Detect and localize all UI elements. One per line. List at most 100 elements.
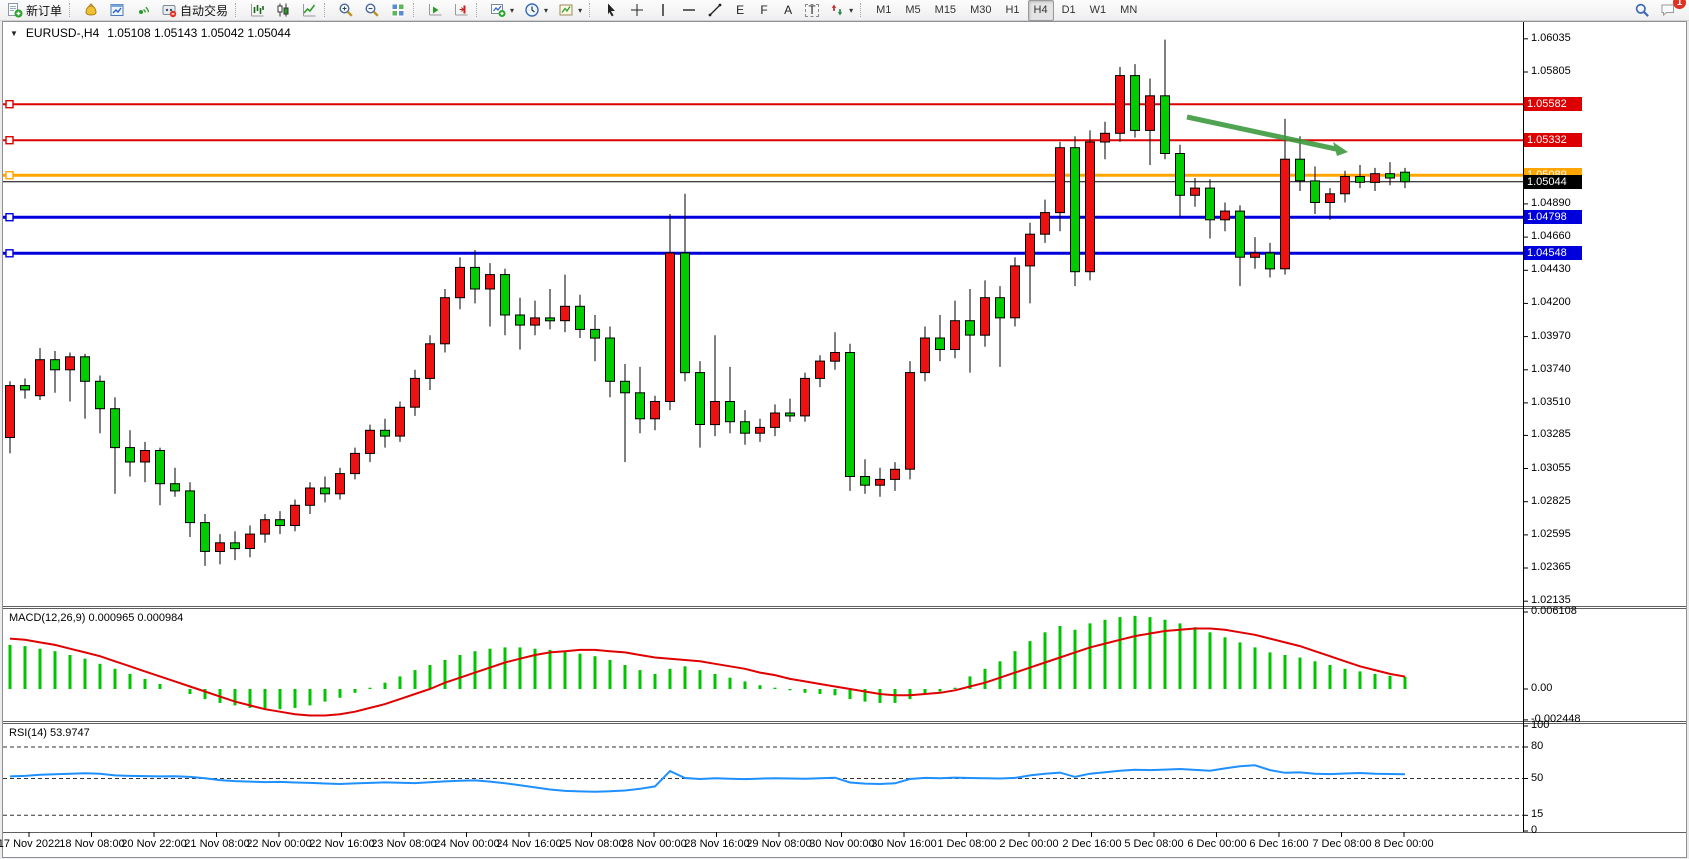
x-axis-label: 2 Dec 00:00 <box>999 838 1058 850</box>
auto-scroll-icon <box>427 2 443 18</box>
new-order-button[interactable]: 新订单 <box>3 0 66 21</box>
y-axis-tick-label: 1.02365 <box>1531 561 1571 573</box>
x-axis-label: 30 Nov 00:00 <box>809 838 874 850</box>
bar-chart-button[interactable] <box>245 0 269 21</box>
toolbar-group <box>233 0 322 21</box>
cursor-button[interactable] <box>599 0 623 21</box>
signals-icon[interactable] <box>131 0 155 21</box>
x-axis-label: 28 Nov 16:00 <box>684 838 749 850</box>
autotrading-button[interactable]: 自动交易 <box>157 0 232 21</box>
macd-values: 0.000965 0.000984 <box>88 612 183 624</box>
toolbar-separator <box>413 3 419 17</box>
vertical-line-icon <box>655 2 671 18</box>
y-axis-tick-label: 1.04890 <box>1531 197 1571 209</box>
timeframe-button-m5[interactable]: M5 <box>899 0 926 21</box>
toolbar-separator <box>324 3 330 17</box>
y-axis-tick-label: 1.02595 <box>1531 528 1571 540</box>
y-axis-tick-label: 1.04200 <box>1531 296 1571 308</box>
y-axis-tick-label: 1.03285 <box>1531 428 1571 440</box>
fibonacci-icon: F <box>757 3 771 17</box>
x-axis-label: 25 Nov 08:00 <box>559 838 624 850</box>
trendline-icon <box>707 2 723 18</box>
signals-icon <box>135 2 151 18</box>
toolbar-group <box>411 0 474 21</box>
timeframe-button-m1[interactable]: M1 <box>870 0 897 21</box>
trade-icon <box>83 2 99 18</box>
rsi-axis-label: 100 <box>1531 719 1549 731</box>
new-chart-button[interactable]: ▾ <box>486 0 518 21</box>
price-level-tag[interactable]: 1.05332 <box>1524 133 1582 147</box>
zoom-in-icon <box>338 2 354 18</box>
price-level-tag[interactable]: 1.05582 <box>1524 97 1582 111</box>
line-chart-icon <box>301 2 317 18</box>
template-icon <box>558 2 574 18</box>
timeframes-toolbar: M1M5M15M30H1H4D1W1MN <box>858 0 1144 21</box>
trade-icon[interactable] <box>79 0 103 21</box>
dropdown-caret-icon[interactable]: ▾ <box>578 6 582 15</box>
vertical-line-button[interactable] <box>651 0 675 21</box>
chart-menu-caret-icon[interactable]: ▼ <box>10 29 18 38</box>
fibonacci-button[interactable]: F <box>753 0 775 21</box>
timeframe-button-w1[interactable]: W1 <box>1084 0 1113 21</box>
charts-window-icon <box>109 2 125 18</box>
price-level-tag[interactable]: 1.04548 <box>1524 246 1582 260</box>
x-axis-label: 22 Nov 16:00 <box>309 838 374 850</box>
x-axis-label: 28 Nov 00:00 <box>621 838 686 850</box>
trendline-button[interactable] <box>703 0 727 21</box>
price-level-tag[interactable]: 1.04798 <box>1524 210 1582 224</box>
chart-shift-button[interactable] <box>449 0 473 21</box>
toolbar-group: 新订单 <box>2 0 67 21</box>
channel-icon: E <box>733 3 747 17</box>
timeframe-button-h1[interactable]: H1 <box>999 0 1025 21</box>
timeframe-button-m15[interactable]: M15 <box>929 0 962 21</box>
candlestick-chart-button[interactable] <box>271 0 295 21</box>
text-label-button[interactable]: T <box>801 0 823 21</box>
rsi-name: RSI(14) <box>9 727 47 739</box>
x-axis-label: 22 Nov 00:00 <box>246 838 311 850</box>
notification-badge: 1 <box>1673 0 1686 9</box>
tile-windows-button[interactable] <box>386 0 410 21</box>
dropdown-caret-icon[interactable]: ▾ <box>510 6 514 15</box>
timeframe-button-mn[interactable]: MN <box>1114 0 1143 21</box>
timeframe-button-m30[interactable]: M30 <box>964 0 997 21</box>
macd-axis-label: 0.006108 <box>1531 605 1577 617</box>
toolbar-group: ▾ ▾ ▾ <box>474 0 587 21</box>
y-axis-tick-label: 1.03740 <box>1531 363 1571 375</box>
rsi-axis-label: 15 <box>1531 808 1543 820</box>
search-icon[interactable] <box>1630 0 1654 21</box>
rsi-axis-label: 0 <box>1531 824 1537 836</box>
charts-window-icon[interactable] <box>105 0 129 21</box>
zoom-in-button[interactable] <box>334 0 358 21</box>
rsi-axis-label: 80 <box>1531 740 1543 752</box>
chart-ohlc-values: 1.05108 1.05143 1.05042 1.05044 <box>107 26 291 40</box>
x-axis-label: 6 Dec 16:00 <box>1249 838 1308 850</box>
chart-canvas[interactable] <box>3 22 1686 859</box>
y-axis-tick-label: 1.03055 <box>1531 462 1571 474</box>
arrows-button[interactable]: ▾ <box>825 0 857 21</box>
templates-button[interactable]: ▾ <box>554 0 586 21</box>
timeframe-button-d1[interactable]: D1 <box>1056 0 1082 21</box>
y-axis-tick-label: 1.05805 <box>1531 65 1571 77</box>
toolbar-group <box>322 0 411 21</box>
line-chart-button[interactable] <box>297 0 321 21</box>
notifications-icon[interactable]: 1 <box>1656 0 1680 21</box>
equidistant-channel-button[interactable]: E <box>729 0 751 21</box>
arrows-icon <box>829 2 845 18</box>
horizontal-line-button[interactable] <box>677 0 701 21</box>
timeframe-button-h4[interactable]: H4 <box>1028 0 1054 21</box>
dropdown-caret-icon[interactable]: ▾ <box>544 6 548 15</box>
rsi-axis-label: 50 <box>1531 772 1543 784</box>
x-axis-label: 29 Nov 08:00 <box>746 838 811 850</box>
y-axis-tick-label: 1.03970 <box>1531 330 1571 342</box>
crosshair-button[interactable] <box>625 0 649 21</box>
zoom-out-button[interactable] <box>360 0 384 21</box>
text-button[interactable]: A <box>777 0 799 21</box>
dropdown-caret-icon[interactable]: ▾ <box>849 6 853 15</box>
auto-scroll-button[interactable] <box>423 0 447 21</box>
periodicity-button[interactable]: ▾ <box>520 0 552 21</box>
toolbar-separator <box>235 3 241 17</box>
chart-title: ▼ EURUSD-,H4 1.05108 1.05143 1.05042 1.0… <box>10 26 291 40</box>
new-order-icon <box>7 2 23 18</box>
autotrading-icon <box>161 2 177 18</box>
toolbar-group: 自动交易 <box>67 0 233 21</box>
